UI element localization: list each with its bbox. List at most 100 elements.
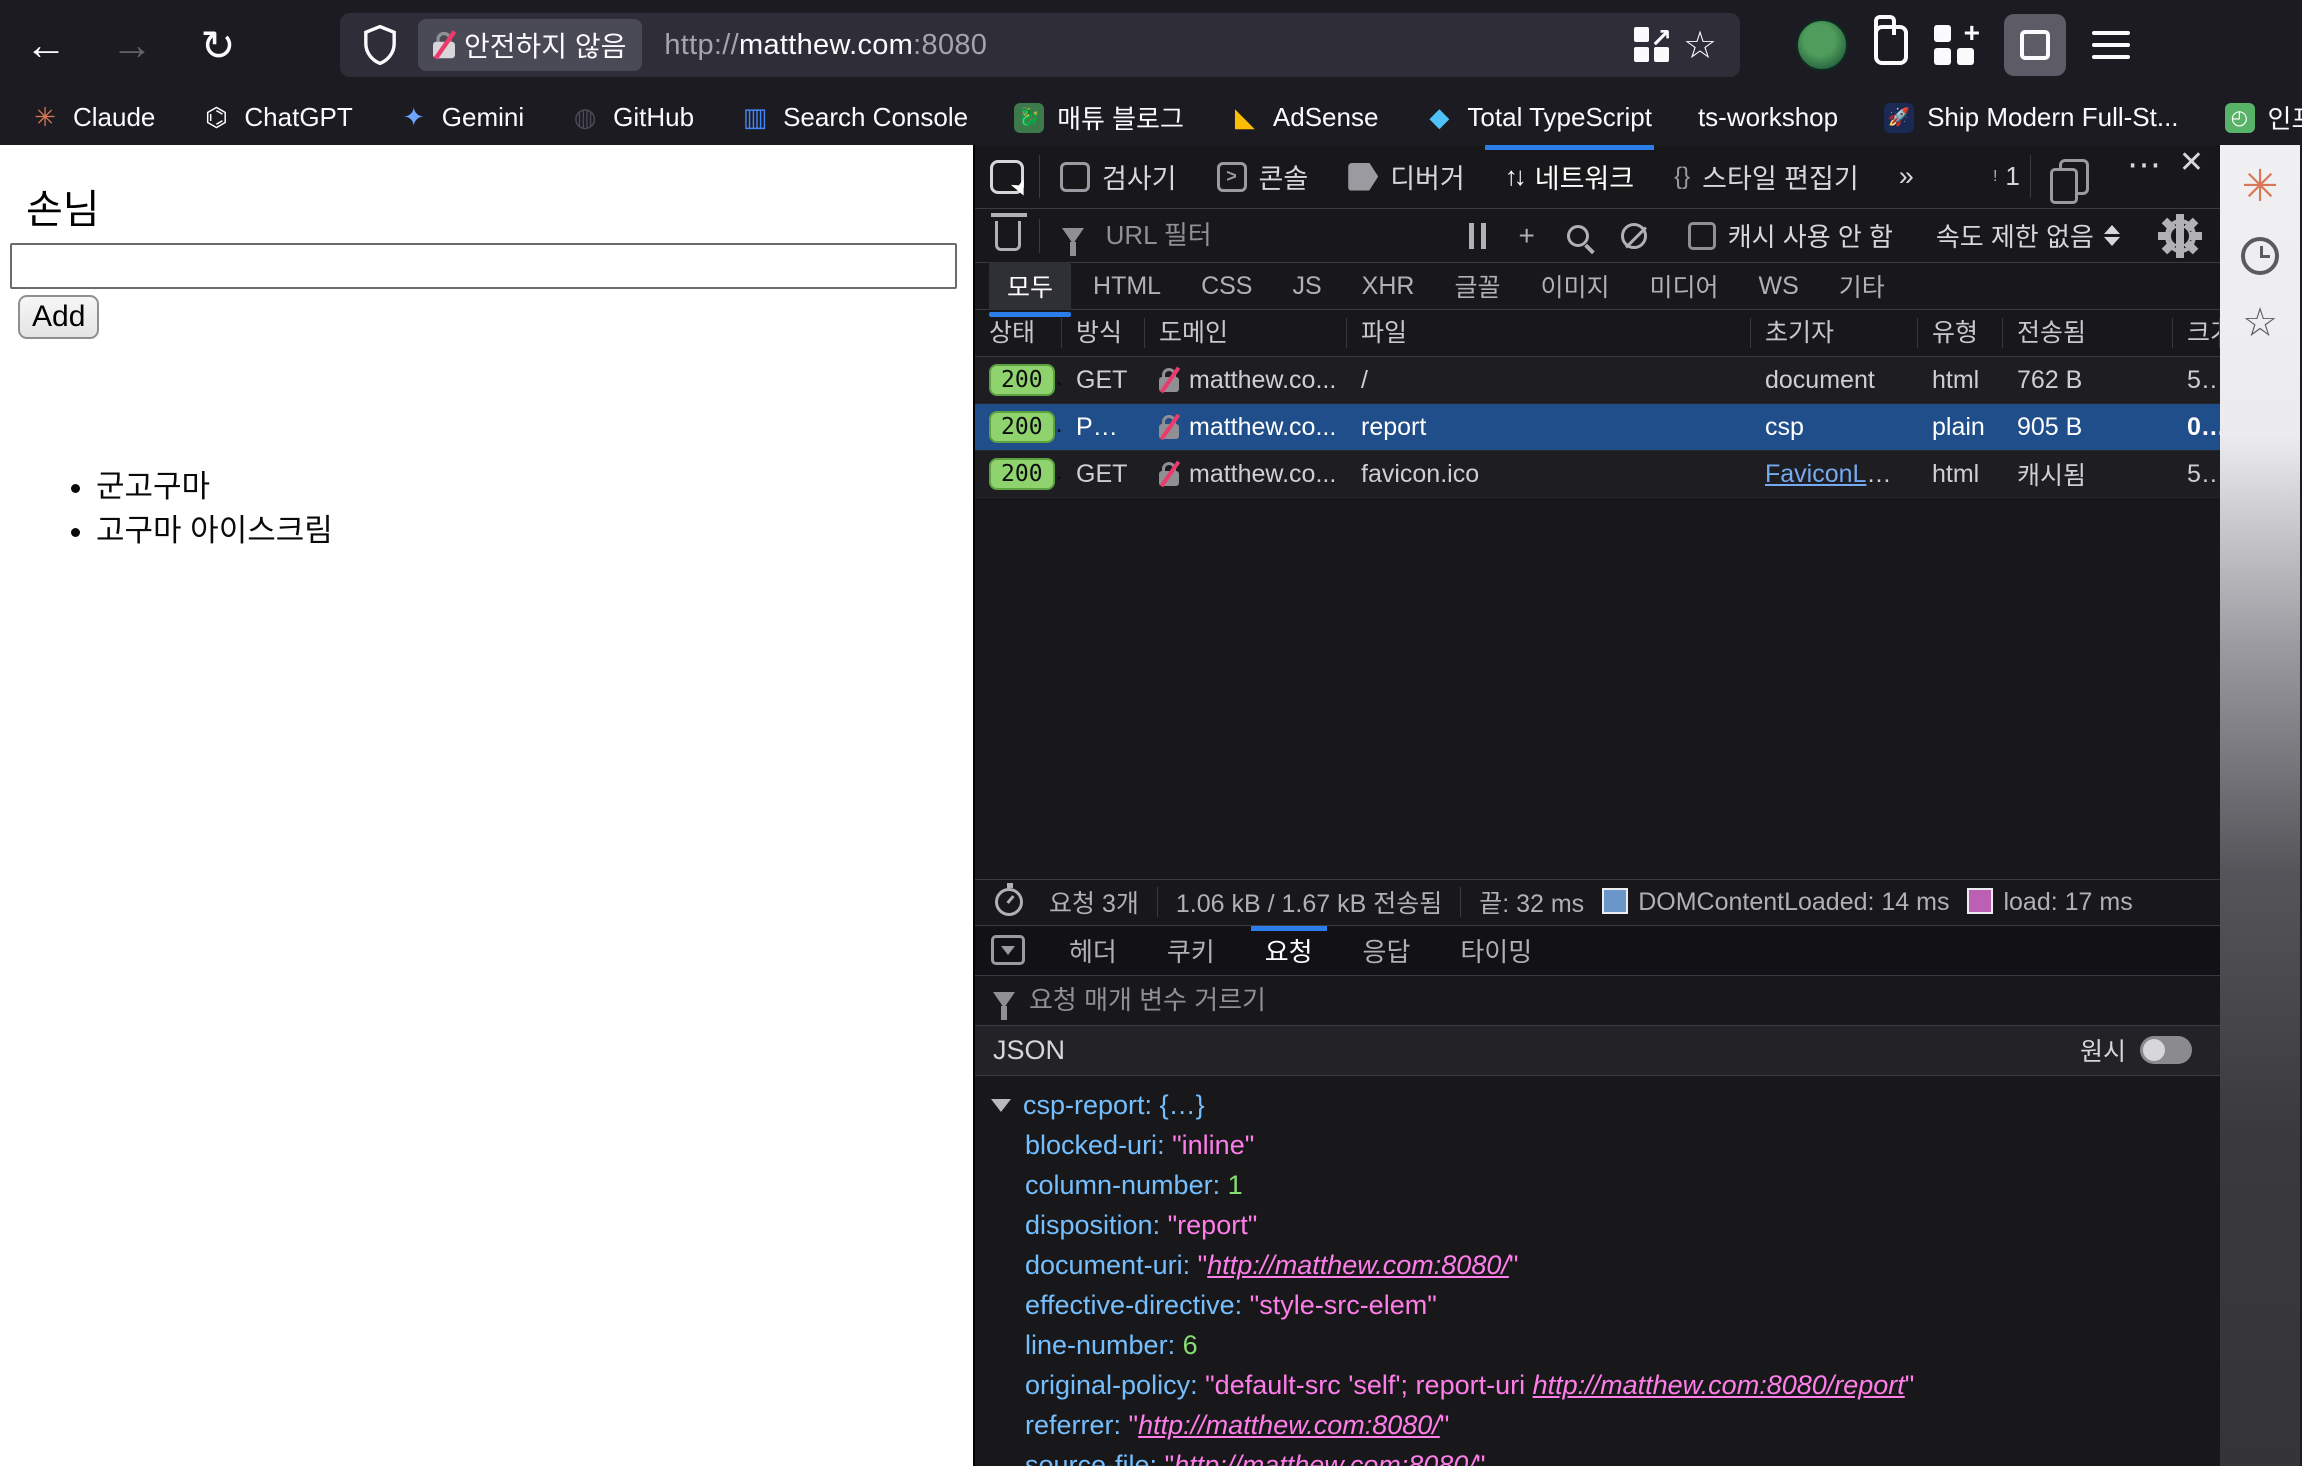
add-button[interactable]: Add [18, 295, 100, 339]
more-tabs-chevron[interactable]: » [1879, 145, 1934, 208]
type-filter-ws[interactable]: WS [1741, 266, 1817, 307]
network-row-document[interactable]: 200 GET matthew.co... / document html 76… [975, 357, 2220, 404]
bookmark-total-typescript[interactable]: ◆ Total TypeScript [1424, 102, 1652, 133]
thumb-extension-icon[interactable] [1874, 15, 1908, 65]
type-filter-xhr[interactable]: XHR [1344, 266, 1433, 307]
detail-tab-headers[interactable]: 헤더 [1047, 926, 1139, 975]
tab-overview-button[interactable] [2004, 14, 2066, 76]
type-filter-other[interactable]: 기타 [1821, 262, 1903, 310]
back-icon[interactable]: ← [14, 13, 78, 77]
detail-tab-request[interactable]: 요청 [1243, 925, 1335, 975]
json-node[interactable]: original-policy: "default-src 'self'; re… [975, 1366, 2220, 1406]
json-url-link[interactable]: http://matthew.com:8080/ [1138, 1410, 1440, 1441]
devtools-menu-icon[interactable]: ⋯ [2117, 145, 2173, 208]
throttling-select[interactable]: 속도 제한 없음 [1922, 217, 2134, 254]
web-page: 손님 Add 군고구마 고구마 아이스크림 [0, 145, 973, 1466]
type-filter-html[interactable]: HTML [1075, 266, 1179, 307]
block-requests-icon[interactable] [1609, 222, 1659, 249]
json-node[interactable]: referrer: " http://matthew.com:8080/" [975, 1406, 2220, 1446]
expand-triangle-icon[interactable] [991, 1099, 1011, 1112]
tab-console[interactable]: > 콘솔 [1197, 145, 1329, 208]
github-icon: ◍ [573, 102, 597, 132]
bookmarks-bar: ✳ Claude ⌬ ChatGPT ✦ Gemini ◍ GitHub ▥ Search… [0, 90, 2302, 145]
tab-debugger[interactable]: 디버거 [1328, 145, 1485, 208]
json-url-link[interactable]: http://matthew.com:8080/ [1207, 1250, 1509, 1281]
detail-tab-cookies[interactable]: 쿠키 [1145, 926, 1237, 975]
forward-icon[interactable]: → [100, 13, 164, 77]
inspector-icon [1060, 161, 1090, 192]
bookmark-claude[interactable]: ✳ Claude [30, 102, 155, 133]
star-icon[interactable]: ☆ [2242, 303, 2278, 343]
security-chip[interactable]: 안전하지 않음 [418, 19, 643, 71]
url-bar[interactable]: 안전하지 않음 http://matthew.com:8080 ↗ ☆ [340, 13, 1740, 77]
network-row-favicon[interactable]: 200 GET matthew.co... favicon.ico Favico… [975, 451, 2220, 498]
json-url-link[interactable]: http://matthew.com:8080/ [1174, 1450, 1476, 1466]
json-node[interactable]: column-number: 1 [975, 1166, 2220, 1206]
bookmark-ship-modern[interactable]: 🚀 Ship Modern Full-St... [1884, 102, 2179, 133]
initiator-link[interactable]: FaviconLoa... [1765, 460, 1915, 488]
type-filter-all[interactable]: 모두 [989, 262, 1072, 317]
type-filter-css[interactable]: CSS [1183, 266, 1270, 307]
profile-avatar[interactable] [1796, 19, 1848, 71]
request-detail-tabs: 헤더 쿠키 요청 응답 타이밍 [975, 925, 2220, 976]
guest-name-input[interactable] [10, 243, 957, 289]
bookmark-gemini[interactable]: ✦ Gemini [399, 102, 524, 133]
element-picker-icon[interactable] [975, 145, 1039, 208]
detail-tab-response[interactable]: 응답 [1341, 926, 1433, 975]
network-table-header[interactable]: 상태 방식 도메인 파일 초기자 유형 전송됨 크기 [975, 310, 2220, 357]
bookmark-blog[interactable]: 🐉 매튜 블로그 [1014, 99, 1184, 136]
url-text[interactable]: http://matthew.com:8080 [664, 29, 987, 62]
clear-requests-icon[interactable] [991, 212, 1027, 251]
bookmark-inflearn[interactable]: ◴인프런 [2224, 99, 2302, 136]
screen: ← → ↻ 안전하지 않음 http://matthew.com:8080 ↗ … [0, 0, 2302, 1466]
bookmark-adsense[interactable]: ◣ AdSense [1230, 102, 1379, 133]
reload-icon[interactable]: ↻ [186, 13, 250, 77]
tab-network[interactable]: ↑↓ 네트워크 [1484, 145, 1655, 208]
raw-toggle-switch[interactable] [2140, 1036, 2192, 1064]
type-filter-images[interactable]: 이미지 [1522, 262, 1627, 310]
clock-icon[interactable] [2241, 237, 2279, 275]
error-badge[interactable]: ! 1 [1983, 145, 2030, 208]
pause-traffic-icon[interactable] [1457, 222, 1498, 249]
param-filter-input[interactable] [1029, 984, 2202, 1016]
type-filter-js[interactable]: JS [1274, 266, 1339, 307]
new-request-icon[interactable]: + [1506, 220, 1546, 252]
claude-asterisk-icon[interactable]: ✳ [2242, 165, 2279, 209]
type-filter-fonts[interactable]: 글꼴 [1436, 262, 1518, 310]
zoom-pages-icon[interactable]: ↗ [1628, 21, 1676, 69]
disable-cache-checkbox[interactable]: 캐시 사용 안 함 [1676, 217, 1905, 254]
json-url-link[interactable]: http://matthew.com:8080/report [1533, 1370, 1905, 1401]
stopwatch-icon[interactable] [995, 883, 1023, 916]
json-node[interactable]: disposition: "report" [975, 1206, 2220, 1246]
json-section-header[interactable]: JSON 원시 [975, 1025, 2220, 1076]
json-node[interactable]: effective-directive: "style-src-elem" [975, 1286, 2220, 1326]
responsive-mode-icon[interactable] [2031, 145, 2117, 208]
bookmark-chatgpt[interactable]: ⌬ ChatGPT [201, 102, 353, 133]
network-row-report[interactable]: 200 POST matthew.co... report csp plain … [975, 404, 2220, 451]
rocket-icon: 🚀 [1884, 102, 1915, 133]
app-menu-icon[interactable] [2092, 31, 2130, 59]
detail-tab-timings[interactable]: 타이밍 [1438, 926, 1554, 975]
bookmark-ts-workshop[interactable]: ts-workshop [1698, 102, 1838, 133]
json-node[interactable]: line-number: 6 [975, 1326, 2220, 1366]
blog-avatar-icon: 🐉 [1014, 102, 1045, 133]
bookmark-github[interactable]: ◍ GitHub [570, 102, 694, 133]
insecure-lock-icon [1159, 462, 1179, 486]
json-root-node[interactable]: csp-report: {…} [975, 1086, 2220, 1126]
url-filter-input[interactable] [1105, 220, 1441, 251]
json-node[interactable]: blocked-uri: "inline" [975, 1126, 2220, 1166]
tab-inspector[interactable]: 검사기 [1040, 145, 1197, 208]
split-panel-icon[interactable] [991, 935, 1025, 965]
tab-style-editor[interactable]: {} 스타일 편집기 [1654, 145, 1879, 208]
type-filter-media[interactable]: 미디어 [1632, 262, 1737, 310]
search-icon[interactable] [1555, 224, 1601, 247]
updown-icon [2103, 225, 2120, 246]
bookmark-star-icon[interactable]: ☆ [1676, 21, 1724, 69]
shield-icon[interactable] [356, 21, 404, 69]
extensions-icon[interactable]: + [1934, 17, 1980, 67]
network-settings-gear-icon[interactable] [2161, 217, 2199, 254]
devtools-close-icon[interactable]: ✕ [2173, 145, 2220, 208]
json-node[interactable]: document-uri: " http://matthew.com:8080/" [975, 1246, 2220, 1286]
json-node[interactable]: source-file: " http://matthew.com:8080/" [975, 1446, 2220, 1466]
bookmark-search-console[interactable]: ▥ Search Console [740, 102, 968, 133]
